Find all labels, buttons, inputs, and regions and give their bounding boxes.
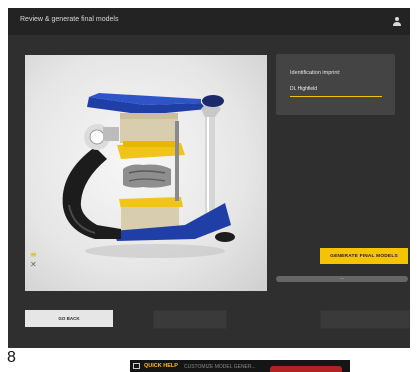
- 3d-model-viewport[interactable]: ≡ ✕: [25, 55, 267, 291]
- page-number: 8: [7, 349, 16, 366]
- window-title: Review & generate final models: [20, 16, 119, 23]
- incisal-pin: [205, 117, 215, 217]
- title-bar: Review & generate final models: [8, 8, 410, 35]
- scanned-teeth: [123, 164, 171, 188]
- go-back-button[interactable]: GO BACK: [25, 310, 113, 327]
- application-window: Review & generate final models ≡ ✕ Ident…: [8, 8, 410, 348]
- send-button[interactable]: [153, 310, 227, 329]
- status-bar: QUICK HELP CUSTOMIZE MODEL GENER...: [130, 360, 350, 372]
- status-alert-tab: [270, 366, 342, 372]
- identification-value[interactable]: DL Highfield: [290, 86, 317, 92]
- articulator-frame: [62, 147, 121, 239]
- generate-final-models-button[interactable]: GENERATE FINAL MODELS: [320, 248, 408, 264]
- progress-bar: ---: [276, 276, 408, 282]
- quick-help-icon[interactable]: [133, 363, 140, 369]
- identification-label: Identification imprint:: [290, 70, 341, 76]
- quick-help-link[interactable]: QUICK HELP: [144, 363, 178, 369]
- identification-input[interactable]: DL Highfield: [290, 84, 382, 97]
- progress-label: ---: [340, 276, 344, 280]
- user-icon[interactable]: [392, 16, 402, 26]
- next-button[interactable]: [320, 310, 410, 329]
- close-view-icon[interactable]: ✕: [30, 261, 37, 269]
- articulator-render[interactable]: [25, 55, 267, 291]
- identification-panel: Identification imprint: DL Highfield: [276, 54, 395, 115]
- pin-knob: [202, 95, 224, 107]
- status-info-text: CUSTOMIZE MODEL GENER...: [184, 363, 256, 370]
- view-menu-icon[interactable]: ≡: [30, 251, 37, 259]
